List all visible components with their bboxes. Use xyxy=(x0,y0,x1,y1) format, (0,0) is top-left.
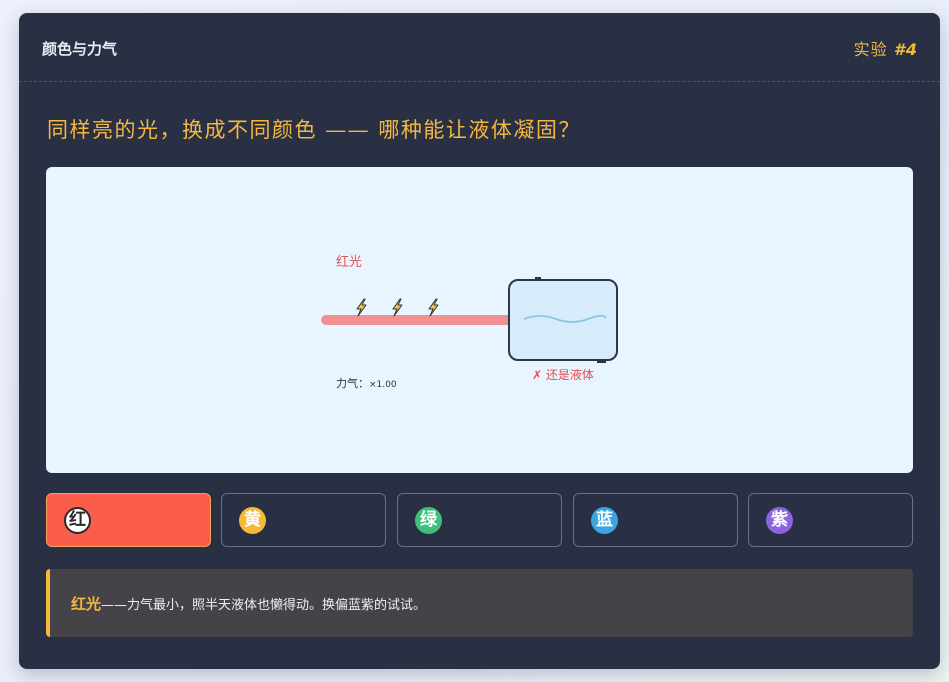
app-title: 颜色与力气 xyxy=(42,40,118,58)
stage-illustration: 红光 ✗ 还是液体 力气：×1.00 xyxy=(321,254,618,390)
experiment-number: #4 xyxy=(893,40,918,59)
experiment-prefix: 实验 xyxy=(853,40,894,59)
experiment-card: 颜色与力气 实验 #4 同样亮的光，换成不同颜色 —— 哪种能让液体凝固？ 红光… xyxy=(19,13,940,669)
option-blue-badge: 蓝 xyxy=(591,507,618,534)
lightning-bolt-icon xyxy=(428,298,439,317)
option-green-badge: 绿 xyxy=(415,507,442,534)
light-stage: 红光 ✗ 还是液体 力气：×1.00 xyxy=(46,167,913,473)
question-text: 同样亮的光，换成不同颜色 —— 哪种能让液体凝固？ xyxy=(47,118,581,142)
result-text: ✗ 还是液体 xyxy=(532,367,594,382)
option-red-badge: 红 xyxy=(64,507,91,534)
color-options: 红 黄 绿 蓝 紫 xyxy=(46,493,913,547)
option-green-button[interactable]: 绿 xyxy=(397,493,562,547)
tip-box: 红光——力气最小，照半天液体也懒得动。换偏蓝紫的试试。 xyxy=(46,569,913,637)
lightning-bolt-icon xyxy=(356,298,367,317)
liquid-container xyxy=(508,277,618,363)
tip-highlight: 红光 xyxy=(71,595,102,613)
tip-text: 红光——力气最小，照半天液体也懒得动。换偏蓝紫的试试。 xyxy=(71,593,426,614)
power-readout: 力气：×1.00 xyxy=(336,376,397,390)
lightning-bolt-icon xyxy=(392,298,403,317)
option-purple-button[interactable]: 紫 xyxy=(748,493,913,547)
light-label: 红光 xyxy=(336,254,362,270)
option-yellow-button[interactable]: 黄 xyxy=(221,493,386,547)
experiment-label: 实验 #4 xyxy=(854,36,918,60)
option-purple-badge: 紫 xyxy=(766,507,793,534)
card-header: 颜色与力气 实验 #4 xyxy=(19,13,940,82)
option-blue-button[interactable]: 蓝 xyxy=(573,493,738,547)
option-yellow-badge: 黄 xyxy=(239,507,266,534)
option-red-button[interactable]: 红 xyxy=(46,493,211,547)
power-label: 力气： xyxy=(336,376,369,390)
power-value: ×1.00 xyxy=(369,380,397,390)
tip-body: ——力气最小，照半天液体也懒得动。换偏蓝紫的试试。 xyxy=(101,598,427,613)
